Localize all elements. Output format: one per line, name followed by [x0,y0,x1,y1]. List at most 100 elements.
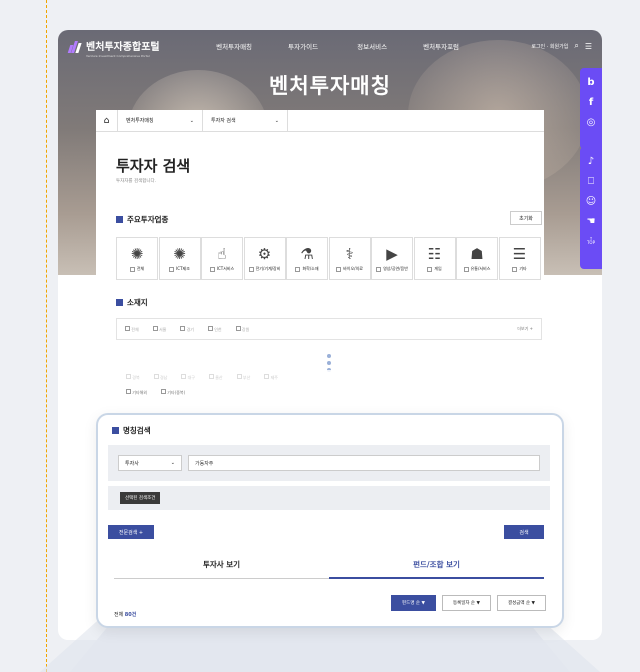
region-option[interactable]: 제주 [264,374,278,381]
industry-label: ICT서비스 [209,266,234,272]
region-option[interactable]: 경북 [126,374,140,381]
checkbox[interactable] [427,266,433,272]
region-option[interactable]: 서울 [152,325,166,333]
industry-option[interactable]: ▶ 영상/공연/음반 [371,237,413,280]
checkbox[interactable] [129,266,135,272]
industry-label: 전체 [129,266,144,272]
page-title: 투자자 검색 [116,157,191,175]
industry-option[interactable]: ✺ 전체 [116,237,158,280]
industry-label: 바이오/의료 [336,266,363,272]
sort-amount-button[interactable]: 결성금액 순 ▼ [496,595,546,611]
industry-option[interactable]: ☝ ICT서비스 [201,237,243,280]
more-button[interactable]: 더보기 + [517,326,533,332]
region-option[interactable]: 전체 [125,325,139,333]
search-button[interactable]: 검색 [504,525,544,539]
menu-item[interactable]: 벤처투자매칭 [200,41,269,51]
search-row: 투자사 ⌄ 가동자주 [108,445,550,481]
checkbox[interactable] [209,266,215,272]
industry-option[interactable]: ⚕ 바이오/의료 [328,237,371,280]
region-option[interactable]: 부산 [236,374,250,381]
sort-fund-name-button[interactable]: 펀드명 순 ▼ [391,595,436,611]
search-icon[interactable]: ⌕ [574,41,578,51]
chevron-down-icon: ⌄ [189,117,194,124]
breadcrumb-dropdown-1[interactable]: 벤처투자매칭 ⌄ [118,109,203,132]
industry-label: 화학/소재 [295,266,319,272]
search-type-select[interactable]: 투자사 ⌄ [118,455,182,471]
menu-item[interactable]: 정보서비스 [338,41,407,51]
gear-icon: ⚙ [257,245,272,263]
industry-option[interactable]: ⚗ 화학/소재 [286,237,328,280]
keyword-input[interactable]: 가동자주 [188,455,540,471]
flask-icon: ⚗ [300,245,314,263]
checkbox[interactable] [336,266,342,272]
logo-text: 벤처투자종합포털 [86,41,160,53]
list-icon: ☰ [512,245,527,263]
login-link[interactable]: 로그인 · 회원가입 [531,43,568,50]
chevron-down-icon: ⌄ [170,460,175,466]
touch-icon[interactable]: ☚ [580,211,602,231]
industry-heading: 주요투자업종 [116,214,168,225]
region-option[interactable]: 인천 [207,325,222,333]
checkbox[interactable] [248,266,254,272]
region-option[interactable]: 대구 [181,374,195,381]
industry-option[interactable]: ☷ 게임 [413,237,456,280]
region-option[interactable]: 울산 [208,374,223,381]
blog-icon[interactable]: b [580,72,602,92]
total-count: 전체 80건 [114,612,137,618]
chatbot-icon[interactable]: ☺ [580,191,602,211]
quick-sidebar: ♪ ⎕ ☺ ☚ ↑ TOP [580,147,602,269]
region-option[interactable]: 경기 [180,325,194,333]
basket-icon: ☗ [470,245,484,263]
result-tabs: 투자사 보기 펀드/조합 보기 [114,551,544,579]
bookmark-icon[interactable]: ⎕ [580,171,602,191]
top-button[interactable]: ↑ TOP [580,231,602,251]
logo[interactable]: 벤처투자종합포털 Venture Investment Comprehensiv… [67,35,160,58]
bell-icon[interactable]: ♪ [580,151,602,171]
advanced-search-button[interactable]: 전문검색 + [108,525,154,539]
social-sidebar: b f ◎ [580,68,602,149]
industry-label-text: 유통/서비스 [470,266,491,271]
logo-icon [67,39,82,53]
tab-funds[interactable]: 펀드/조합 보기 [329,551,544,579]
region-option[interactable]: 기타(중복) [161,389,185,396]
breadcrumb-dropdown-2[interactable]: 투자자 검색 ⌄ [203,109,288,132]
region-option[interactable]: 강원 [235,325,249,333]
industry-label: 영상/공연/음반 [376,266,408,272]
sun-icon: ✺ [130,245,144,263]
microscope-icon: ⚕ [345,245,354,263]
industry-label-text: 기타 [519,266,527,271]
checkbox[interactable] [463,266,469,272]
industry-option[interactable]: ☰ 기타 [498,237,541,280]
instagram-icon[interactable]: ◎ [580,112,602,132]
tab-investors[interactable]: 투자사 보기 [114,551,329,579]
hero-title: 벤처투자매칭 [269,74,391,98]
region-option[interactable]: 기타해외 [126,389,147,396]
industry-option[interactable]: ✺ ICT제조 [158,237,201,280]
industry-option[interactable]: ☗ 유통/서비스 [456,237,498,280]
home-icon[interactable]: ⌂ [96,109,118,132]
condition-tag: 선택된 검색조건 [120,492,161,504]
region-option[interactable]: 경남 [153,374,167,381]
industry-label-text: 화학/소재 [302,266,319,271]
industry-label: ICT제조 [169,266,190,272]
menu-icon[interactable]: ☰ [585,42,592,51]
checkbox[interactable] [169,266,175,272]
main-content: ⌂ 벤처투자매칭 ⌄ 투자자 검색 ⌄ 투자자 검색 투자자를 검색합니다. 주요투… [96,109,544,410]
game-icon: ☷ [427,245,442,263]
industry-grid: ✺ 전체 ✺ ICT제조 ☝ ICT서비스 ⚙ 전기/기계/장비 ⚗ 화학/소재 ⚕ 바이오/의료 ▶ 영… [116,237,541,280]
facebook-icon[interactable]: f [580,92,602,112]
industry-label-text: 게임 [434,266,442,271]
industry-label-text: 영상/공연/음반 [383,266,408,271]
condition-box: 선택된 검색조건 [108,486,550,510]
industry-option[interactable]: ⚙ 전기/기계/장비 [243,237,286,280]
reset-button[interactable]: 초기화 [510,211,542,225]
region-expanded: 경북 경남 대구 울산 부산 제주 기타해외 기타(중복) [116,370,544,404]
sort-date-button[interactable]: 등록일자 순 ▼ [441,595,491,611]
menu-item[interactable]: 벤처투자포럼 [407,41,476,51]
industry-label-text: 바이오/의료 [343,266,363,271]
menu-item[interactable]: 투자가이드 [269,41,338,51]
checkbox[interactable] [295,266,301,272]
logo-subtext: Venture Investment Comprehensive Portal [86,53,150,58]
checkbox[interactable] [512,266,518,272]
checkbox[interactable] [376,266,382,272]
